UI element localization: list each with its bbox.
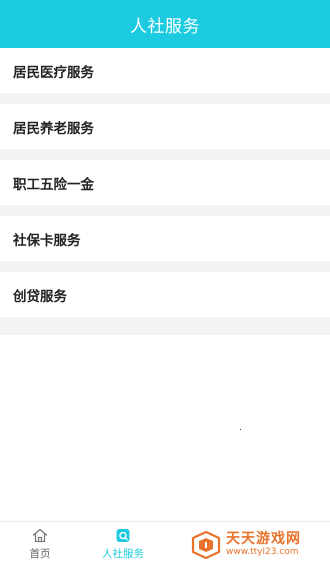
watermark: 天天游戏网 www.ttyl23.com: [190, 524, 326, 564]
menu-item-label: 居民医疗服务: [13, 64, 94, 81]
watermark-logo-icon: [191, 530, 221, 560]
service-menu: 居民医疗服务 居民养老服务 职工五险一金 社保卡服务 创贷服务: [0, 48, 330, 335]
watermark-url: www.ttyl23.com: [226, 546, 299, 557]
divider: [0, 205, 330, 216]
divider: [0, 317, 330, 335]
page-title: 人社服务: [130, 16, 200, 37]
home-icon: [32, 528, 48, 543]
social-service-icon: [115, 528, 131, 543]
menu-item-resident-medical[interactable]: 居民医疗服务: [0, 48, 330, 93]
menu-item-employee-insurance[interactable]: 职工五险一金: [0, 160, 330, 205]
menu-item-label: 创贷服务: [13, 288, 67, 305]
menu-item-label: 居民养老服务: [13, 120, 94, 137]
tab-label: 首页: [29, 547, 51, 560]
menu-item-label: 职工五险一金: [13, 176, 94, 193]
divider: [0, 93, 330, 104]
app-header: 人社服务: [0, 0, 330, 48]
divider: [0, 149, 330, 160]
stray-dot: [240, 429, 241, 430]
menu-item-resident-pension[interactable]: 居民养老服务: [0, 104, 330, 149]
divider: [0, 261, 330, 272]
menu-item-label: 社保卡服务: [13, 232, 81, 249]
menu-item-startup-loan[interactable]: 创贷服务: [0, 272, 330, 317]
tab-home[interactable]: 首页: [0, 522, 80, 566]
menu-item-social-card[interactable]: 社保卡服务: [0, 216, 330, 261]
tab-social-service[interactable]: 人社服务: [80, 522, 166, 566]
watermark-text: 天天游戏网 www.ttyl23.com: [226, 531, 301, 558]
tab-label: 人社服务: [102, 547, 144, 560]
watermark-title: 天天游戏网: [226, 530, 301, 547]
